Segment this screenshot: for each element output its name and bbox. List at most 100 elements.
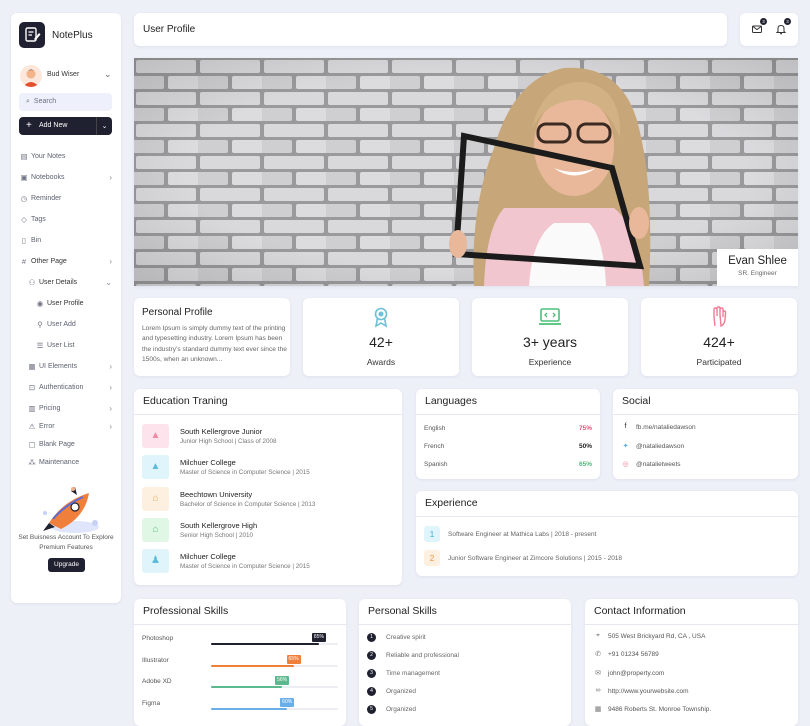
sidebar-item-pricing[interactable]: ▥ Pricing › [11,403,121,417]
lock-icon: ⊡ [28,383,36,392]
stat-card-experience: 3+ years Experience [472,298,628,376]
languages-title: Languages [416,389,600,415]
profile-role: SR. Engineer [738,270,777,277]
sidebar-item-other-page[interactable]: # Other Page › [11,256,121,270]
sidebar-item-user-profile[interactable]: ◉ User Profile [11,298,121,312]
sidebar-item-label: User List [47,342,75,349]
education-title: Education Traning [134,389,402,415]
app-logo-icon[interactable] [19,22,45,48]
contact-title: Contact Information [585,599,798,625]
hand-icon [641,306,797,328]
users-icon: ⚇ [28,278,36,287]
sidebar-item-user-add[interactable]: ⚲ User Add [11,319,121,333]
sidebar-item-label: User Add [47,321,76,328]
skill-row: Adobe XD 56% [142,676,338,690]
header: User Profile [134,13,727,46]
stat-card-participated: 424+ Participated [641,298,797,376]
tag-icon: ◇ [21,215,27,224]
app-name: NotePlus [52,30,93,41]
sidebar-item-authentication[interactable]: ⊡ Authentication › [11,382,121,396]
hash-icon: # [21,257,27,266]
stat-label: Participated [696,357,742,367]
add-new-dropdown-icon[interactable]: ⌄ [96,117,112,135]
education-name: South Kellergrove High [180,520,258,530]
user-name[interactable]: Bud Wiser [47,71,79,78]
sidebar-item-your-notes[interactable]: ▤ Your Notes [11,151,121,165]
experience-text: Software Engineer at Mathica Labs | 2018… [448,531,597,538]
skill-name: Figma [142,699,161,707]
personal-skill-row: 1 Creative spirit [367,633,563,645]
sidebar-item-blank-page[interactable]: ▢ Blank Page [11,439,121,453]
personal-skill-text: Creative spirit [386,634,426,641]
sidebar-item-ui-elements[interactable]: ▦ UI Elements › [11,361,121,375]
chevron-down-icon[interactable]: ⌄ [104,69,112,80]
chevron-right-icon[interactable]: › [109,404,112,413]
professional-skills-title: Professional Skills [134,599,346,625]
error-icon: ⚠ [28,422,36,431]
skill-bar-fill [211,686,283,688]
graduation-cap-icon: ▲ [142,455,169,480]
avatar[interactable] [20,65,42,87]
stat-value: 3+ years [522,334,578,350]
sidebar-item-maintenance[interactable]: ⁂ Maintenance [11,457,121,471]
search-input[interactable]: ⌕ Search [19,93,112,111]
social-text: @natalietweets [636,461,681,468]
chevron-right-icon[interactable]: › [109,362,112,371]
add-new-button[interactable]: + Add New ⌄ [19,117,112,135]
bell-badge: 3 [784,18,791,25]
school-icon: ⌂ [142,517,169,542]
page-title: User Profile [143,24,196,35]
laptop-code-icon [472,306,628,328]
sidebar-item-user-list[interactable]: ☰ User List [11,340,121,354]
sidebar-item-bin[interactable]: ▯ Bin [11,235,121,249]
sidebar-item-label: User Profile [47,300,84,307]
social-text: fb.me/nataliedawson [636,424,696,431]
social-link[interactable]: f fb.me/nataliedawson [621,423,791,435]
social-link[interactable]: ◎ @natalietweets [621,460,791,472]
skill-name: Illustrator [142,656,169,664]
contact-row: ✆ +91 01234 56789 [593,650,793,662]
sidebar-item-notebooks[interactable]: ▣ Notebooks › [11,172,121,186]
trash-icon: ▯ [21,236,27,245]
sidebar-item-error[interactable]: ⚠ Error › [11,421,121,435]
award-icon [303,306,459,328]
contact-row: ▦ 9486 Roberts St. Monroe Township. [593,705,793,717]
sidebar-item-user-details[interactable]: ⚇ User Details ⌄ [11,277,121,291]
cover-photo [134,58,798,286]
skill-row: Figma 60% [142,697,338,712]
building-icon: ▦ [594,706,602,714]
university-icon: ⌂ [142,486,169,511]
social-link[interactable]: ✦ @nataliedawson [621,442,791,454]
upgrade-button[interactable]: Upgrade [48,558,85,572]
personal-profile-card: Personal Profile Lorem Ipsum is simply d… [134,298,290,376]
list-item: ⌂ Beechtown University Bachelor of Science… [142,486,397,513]
language-name: Spanish [424,461,448,468]
experience-card: Experience 1 Software Engineer at Mathica… [416,491,798,576]
personal-skills-card: Personal Skills 1 Creative spirit 2 Reliabl… [359,599,571,726]
user-add-icon: ⚲ [37,320,43,329]
chevron-right-icon[interactable]: › [109,173,112,182]
sidebar-item-label: Other Page [31,258,67,265]
chevron-right-icon[interactable]: › [109,257,112,266]
chevron-right-icon[interactable]: › [109,383,112,392]
chevron-right-icon[interactable]: › [109,422,112,431]
skill-row: Photoshop 85% [142,633,338,647]
bell-icon[interactable] [774,23,788,37]
language-row: French 50% [424,443,592,455]
education-name: Beechtown University [180,489,253,499]
personal-skill-number: 5 [367,705,376,714]
personal-skills-title: Personal Skills [359,599,571,625]
notes-icon: ▤ [20,152,28,161]
mail-badge: 3 [760,18,767,25]
sidebar-item-reminder[interactable]: ◷ Reminder [11,193,121,207]
chevron-down-icon[interactable]: ⌄ [105,278,112,287]
language-percent: 75% [578,425,592,432]
contact-text: 505 West Brickyard Rd, CA , USA [608,633,706,640]
stat-label: Experience [528,357,572,367]
personal-skill-number: 4 [367,687,376,696]
profile-namecard: Evan Shlee SR. Engineer [717,249,798,286]
sidebar-item-tags[interactable]: ◇ Tags [11,214,121,228]
mail-icon[interactable] [750,23,764,37]
skill-bar-fill [211,707,288,710]
language-name: French [424,443,445,450]
